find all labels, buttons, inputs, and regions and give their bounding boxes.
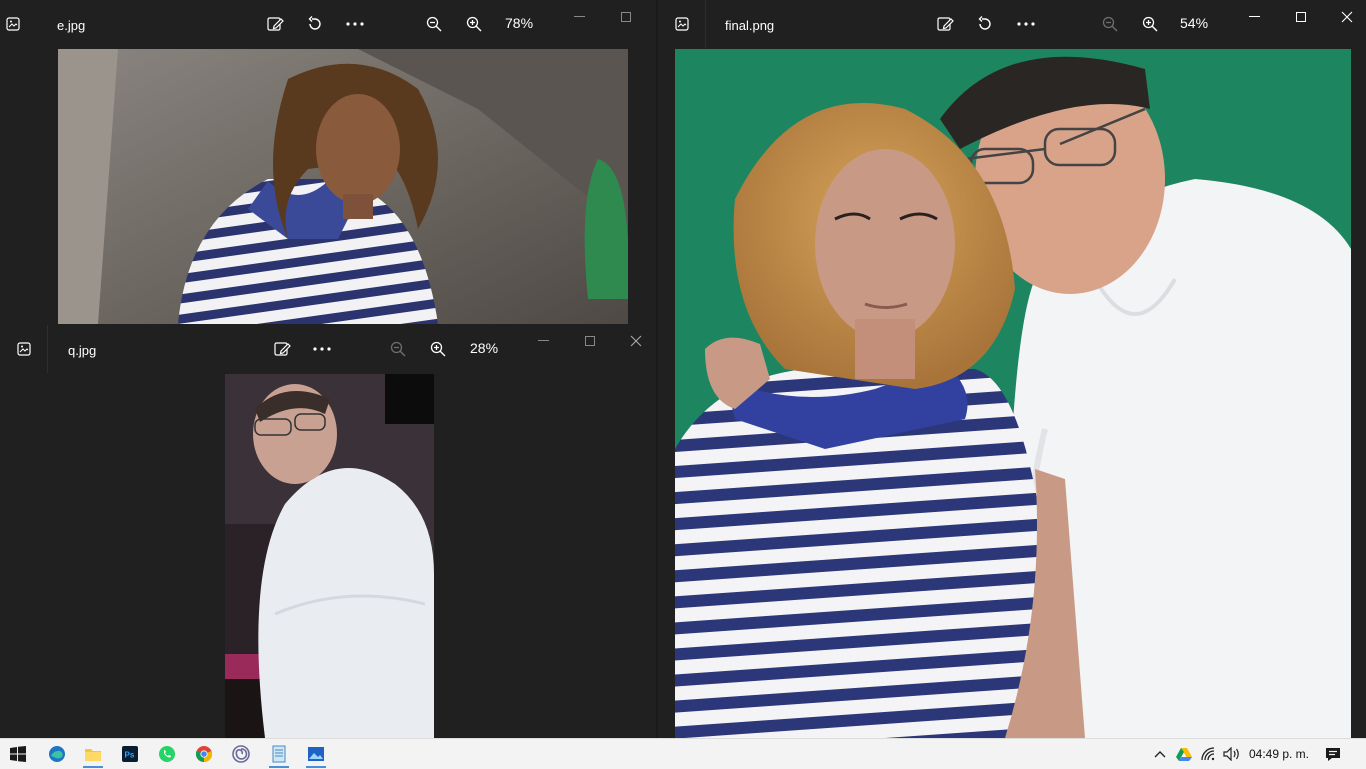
photo-viewer-window-final: final.png 54%: [658, 0, 1366, 738]
photo-viewer-window-q: q.jpg 28%: [0, 325, 656, 738]
taskbar: Ps 04:49 p. m.: [0, 738, 1366, 769]
app-spiral-icon[interactable]: [223, 739, 259, 769]
photos-app-icon: [6, 325, 42, 373]
zoom-level[interactable]: 28%: [470, 340, 498, 356]
minimize-button[interactable]: [528, 325, 560, 357]
window-filename: e.jpg: [57, 17, 86, 33]
edit-image-button[interactable]: [259, 8, 291, 40]
photo-man-white-shirt: [225, 374, 434, 738]
photo-composite-couple: [675, 49, 1351, 738]
window-filename: q.jpg: [68, 342, 97, 358]
zoom-out-button[interactable]: [1094, 8, 1126, 40]
photo-viewer-window-e: e.jpg 78%: [0, 0, 656, 324]
close-button[interactable]: [620, 325, 652, 357]
rotate-button[interactable]: [299, 8, 331, 40]
show-hidden-icons-chevron-icon[interactable]: [1150, 739, 1170, 769]
more-options-button[interactable]: [339, 8, 371, 40]
title-bar[interactable]: final.png 54%: [658, 0, 1366, 48]
maximize-button[interactable]: [1285, 1, 1317, 33]
notepad-icon[interactable]: [261, 739, 297, 769]
google-drive-icon[interactable]: [1174, 739, 1194, 769]
file-explorer-icon[interactable]: [75, 739, 111, 769]
network-wifi-icon[interactable]: [1199, 739, 1219, 769]
title-bar[interactable]: e.jpg 78%: [0, 0, 656, 48]
zoom-level[interactable]: 54%: [1180, 15, 1208, 31]
edge-browser-icon[interactable]: [39, 739, 75, 769]
maximize-button[interactable]: [610, 1, 642, 33]
edit-image-button[interactable]: [929, 8, 961, 40]
svg-text:Ps: Ps: [125, 751, 135, 760]
image-canvas[interactable]: [675, 49, 1351, 738]
notifications-icon[interactable]: [1322, 739, 1344, 769]
window-filename: final.png: [725, 17, 775, 33]
more-options-button[interactable]: [306, 333, 338, 365]
more-options-button[interactable]: [1010, 8, 1042, 40]
photos-app-icon: [664, 0, 700, 48]
windows-start-icon[interactable]: [0, 739, 36, 769]
minimize-button[interactable]: [564, 1, 596, 33]
zoom-out-button[interactable]: [382, 333, 414, 365]
zoom-level[interactable]: 78%: [505, 15, 533, 31]
minimize-button[interactable]: [1239, 1, 1271, 33]
chrome-icon[interactable]: [186, 739, 222, 769]
photo-woman-striped-shirt: [58, 49, 628, 324]
volume-icon[interactable]: [1222, 739, 1242, 769]
photoshop-icon[interactable]: Ps: [112, 739, 148, 769]
zoom-in-button[interactable]: [422, 333, 454, 365]
title-divider: [47, 325, 48, 373]
title-bar[interactable]: q.jpg 28%: [0, 325, 656, 373]
zoom-out-button[interactable]: [418, 8, 450, 40]
image-canvas[interactable]: [58, 49, 628, 324]
zoom-in-button[interactable]: [1134, 8, 1166, 40]
zoom-in-button[interactable]: [458, 8, 490, 40]
rotate-button[interactable]: [969, 8, 1001, 40]
maximize-button[interactable]: [574, 325, 606, 357]
whatsapp-icon[interactable]: [149, 739, 185, 769]
photos-app-icon: [0, 0, 26, 48]
taskbar-clock[interactable]: 04:49 p. m.: [1246, 739, 1312, 769]
image-canvas[interactable]: [225, 374, 434, 738]
edit-image-button[interactable]: [266, 333, 298, 365]
title-divider: [705, 0, 706, 48]
photos-app-icon[interactable]: [298, 739, 334, 769]
close-button[interactable]: [1331, 1, 1363, 33]
